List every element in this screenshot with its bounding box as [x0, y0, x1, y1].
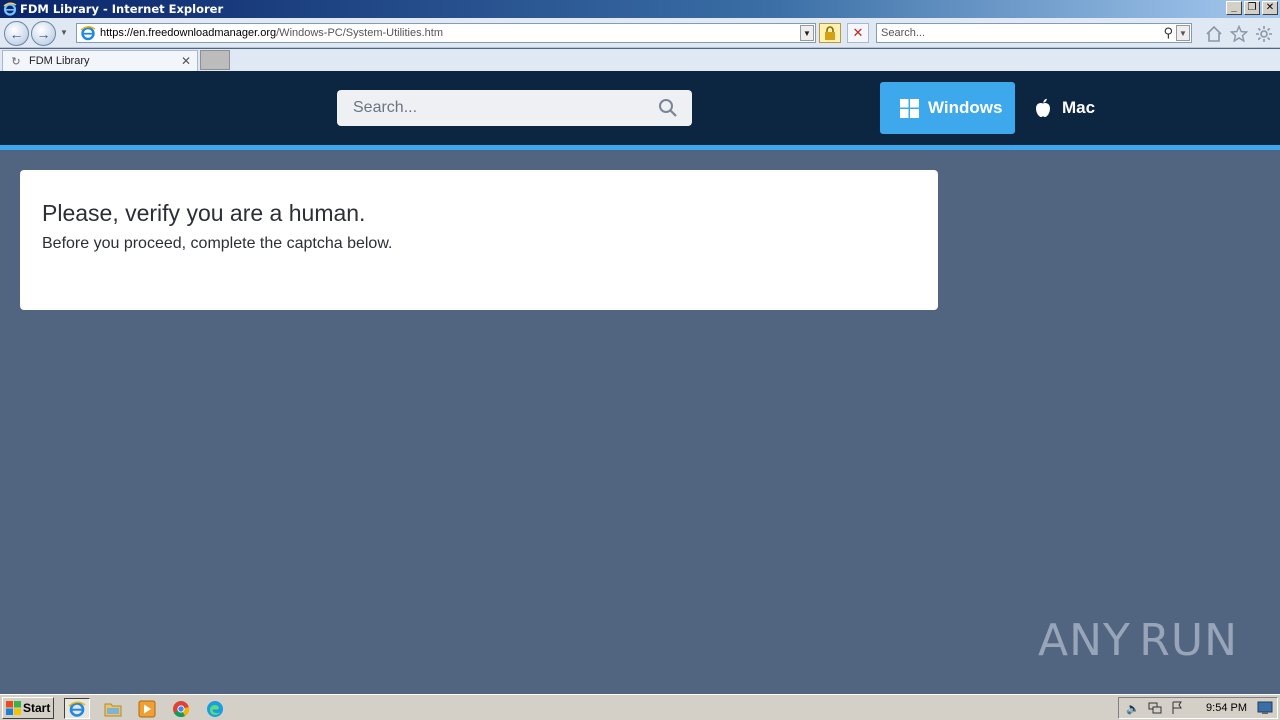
url-host: https://en.freedownloadmanager.org [100, 27, 277, 39]
header-accent-line [0, 145, 1280, 150]
taskbar-chrome[interactable] [168, 698, 194, 719]
browser-search-box[interactable]: Search... ⚲ ▼ [876, 23, 1192, 43]
back-arrow-icon: ← [9, 25, 24, 42]
edge-icon [207, 700, 223, 717]
site-search-placeholder: Search... [353, 99, 418, 116]
windows-logo-icon [899, 98, 919, 118]
taskbar-edge[interactable] [202, 698, 228, 719]
forward-button[interactable]: → [31, 21, 56, 46]
show-desktop-icon[interactable] [1257, 701, 1273, 715]
windows-platform-button[interactable]: Windows [880, 82, 1015, 134]
site-header: Search... Windows Mac [0, 71, 1280, 145]
apple-logo-icon [1033, 98, 1053, 118]
close-tab-icon[interactable]: ✕ [181, 54, 191, 68]
search-icon[interactable] [658, 98, 678, 118]
watermark-right-text: RUN [1139, 614, 1238, 666]
history-dropdown-icon[interactable]: ▼ [60, 28, 68, 37]
minimize-button[interactable]: _ [1226, 1, 1242, 15]
network-icon[interactable] [1147, 700, 1163, 716]
settings-gear-icon[interactable] [1254, 24, 1274, 44]
chrome-icon [173, 700, 190, 717]
window-titlebar: FDM Library - Internet Explorer _ ❐ ✕ [0, 0, 1280, 18]
file-explorer-icon [104, 703, 122, 716]
home-icon[interactable] [1204, 24, 1224, 44]
taskbar-file-explorer[interactable] [100, 698, 126, 719]
captcha-heading: Please, verify you are a human. [42, 200, 366, 226]
address-dropdown-icon[interactable]: ▼ [800, 25, 814, 41]
mac-platform-button[interactable]: Mac [1025, 82, 1115, 134]
new-tab-button[interactable] [200, 50, 230, 70]
watermark-left-text: ANY [1038, 614, 1131, 666]
search-dropdown-icon[interactable]: ▼ [1176, 25, 1190, 41]
window-title: FDM Library - Internet Explorer [20, 2, 224, 16]
browser-toolbar: ← → ▼ https://en.freedownloadmanager.org… [0, 18, 1280, 48]
taskbar-media-player[interactable] [134, 698, 160, 719]
search-icon[interactable]: ⚲ [1163, 25, 1173, 41]
maximize-button[interactable]: ❐ [1244, 1, 1260, 15]
start-button[interactable]: Start [2, 697, 54, 719]
stop-loading-button[interactable]: ✕ [847, 23, 869, 43]
site-search-input[interactable]: Search... [337, 90, 692, 126]
taskbar-clock[interactable]: 9:54 PM [1206, 702, 1247, 714]
action-center-flag-icon[interactable] [1169, 700, 1185, 716]
page-favicon-icon [80, 25, 96, 41]
anyrun-watermark: ANY RUN [1038, 608, 1238, 672]
tab-label: FDM Library [29, 55, 90, 67]
address-bar[interactable]: https://en.freedownloadmanager.org/Windo… [76, 23, 816, 43]
volume-icon[interactable]: 🔈 [1125, 700, 1141, 716]
tab-strip: ↻ FDM Library ✕ [0, 49, 1280, 71]
loading-spinner-icon: ↻ [11, 55, 21, 68]
windows-flag-icon [6, 701, 21, 715]
start-label: Start [23, 701, 51, 715]
media-player-icon [138, 700, 156, 717]
forward-arrow-icon: → [36, 25, 51, 42]
favorites-star-icon[interactable] [1229, 24, 1249, 44]
security-lock-icon[interactable] [819, 23, 841, 43]
windows-button-label: Windows [928, 98, 1003, 117]
close-window-button[interactable]: ✕ [1262, 1, 1278, 15]
internet-explorer-icon [2, 1, 18, 17]
mac-button-label: Mac [1062, 98, 1096, 117]
taskbar-internet-explorer[interactable] [64, 698, 90, 719]
captcha-instructions: Before you proceed, complete the captcha… [42, 235, 393, 252]
browser-search-placeholder: Search... [881, 27, 926, 39]
system-tray: 🔈 9:54 PM [1118, 697, 1278, 719]
tab-fdm-library[interactable]: ↻ FDM Library ✕ [2, 50, 198, 71]
windows-taskbar: Start 🔈 9:54 PM [0, 694, 1280, 720]
internet-explorer-icon [68, 701, 86, 717]
url-path: /Windows-PC/System-Utilities.htm [276, 27, 443, 39]
back-button[interactable]: ← [4, 21, 29, 46]
captcha-card: Please, verify you are a human. Before y… [20, 170, 938, 310]
close-icon: ✕ [852, 25, 864, 40]
